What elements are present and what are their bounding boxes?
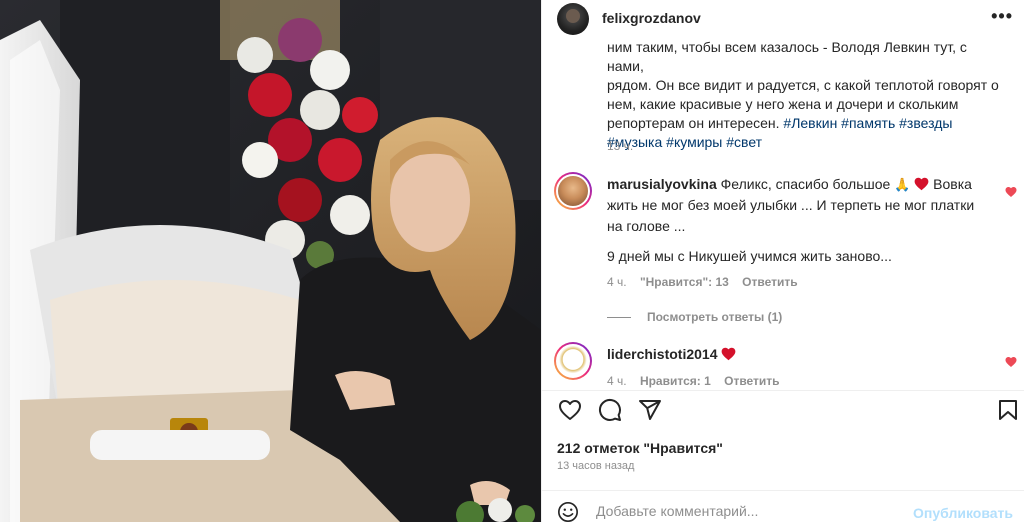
post-timestamp: 13 часов назад <box>557 460 635 472</box>
pray-emoji-icon: 🙏 <box>894 177 911 192</box>
caption-hashtags[interactable]: #Левкин #память #звезды <box>783 115 952 131</box>
bookmark-icon[interactable] <box>996 398 1020 422</box>
comment-body: Феликс, спасибо большое <box>720 176 891 192</box>
comment-icon[interactable] <box>598 398 622 422</box>
author-username[interactable]: felixgrozdanov <box>602 10 701 26</box>
comments-scroll-area[interactable]: ним таким, чтобы всем казалось - Володя … <box>542 36 1024 390</box>
post-photo-image <box>0 0 541 522</box>
commenter-avatar[interactable] <box>554 342 592 380</box>
reply-button[interactable]: Ответить <box>724 374 779 388</box>
red-heart-emoji-icon <box>914 177 929 191</box>
share-icon[interactable] <box>638 398 662 422</box>
comment-meta: 4 ч. Нравится: 1 Ответить <box>607 374 790 388</box>
caption-line: ним таким, чтобы всем казалось - Володя … <box>607 39 967 74</box>
caption-text: репортерам он интересен. <box>607 115 780 131</box>
divider <box>542 390 1024 391</box>
publish-button[interactable]: Опубликовать <box>913 505 1013 521</box>
comment-meta: 4 ч. "Нравится": 13 Ответить <box>607 275 808 289</box>
emoji-icon[interactable] <box>557 501 579 522</box>
caption-line: рядом. Он все видит и радуется, с какой … <box>607 77 999 93</box>
post-actions <box>542 396 1024 426</box>
red-heart-emoji-icon <box>722 347 736 361</box>
post-details-panel: felixgrozdanov ••• ним таким, чтобы всем… <box>541 0 1024 522</box>
commenter-username[interactable]: liderchistoti2014 <box>607 346 718 362</box>
caption-timestamp: 13 ч. <box>607 139 634 153</box>
divider <box>542 490 1024 491</box>
caption-hashtags[interactable]: #музыка #кумиры #свет <box>607 133 1002 152</box>
comment-like-count[interactable]: "Нравится": 13 <box>640 275 729 289</box>
comment-time: 4 ч. <box>607 374 627 388</box>
caption-line: нем, какие красивые у него жена и дочери… <box>607 96 959 112</box>
heart-icon[interactable] <box>558 398 582 422</box>
add-comment-bar: Опубликовать <box>542 496 1024 522</box>
post-caption: ним таким, чтобы всем казалось - Володя … <box>607 38 1002 152</box>
author-avatar[interactable] <box>557 3 589 35</box>
comment-heart-icon[interactable] <box>1005 356 1017 368</box>
comment-text: marusialyovkina Феликс, спасибо большое … <box>607 174 987 237</box>
commenter-username[interactable]: marusialyovkina <box>607 176 717 192</box>
view-replies-button[interactable]: Посмотреть ответы (1) <box>607 310 782 324</box>
comment-like-count[interactable]: Нравится: 1 <box>640 374 711 388</box>
comment-text: liderchistoti2014 <box>607 344 987 365</box>
more-icon[interactable]: ••• <box>991 6 1013 27</box>
comment-input[interactable] <box>596 503 916 519</box>
like-count[interactable]: 212 отметок "Нравится" <box>557 440 723 456</box>
comment-time: 4 ч. <box>607 275 627 289</box>
post-header: felixgrozdanov ••• <box>542 0 1024 36</box>
comment-heart-icon[interactable] <box>1005 186 1017 198</box>
reply-button[interactable]: Ответить <box>742 275 797 289</box>
comment-body: 9 дней мы с Никушей учимся жить заново..… <box>607 248 892 264</box>
commenter-avatar[interactable] <box>554 172 592 210</box>
post-photo[interactable] <box>0 0 541 522</box>
caption-line: репортерам он интересен. #Левкин #память… <box>607 114 1002 133</box>
